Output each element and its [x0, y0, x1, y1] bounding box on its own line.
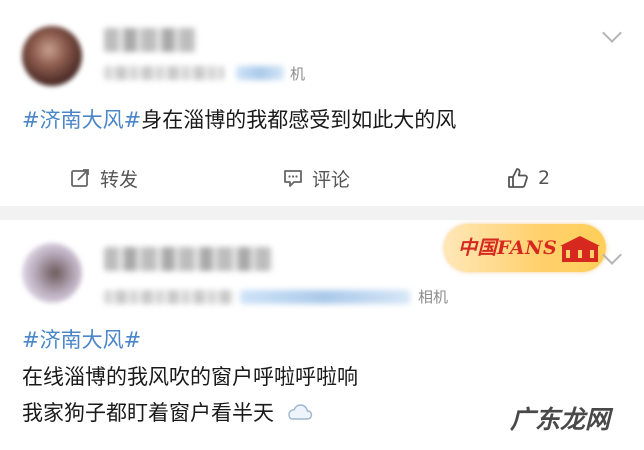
username-blurred[interactable] [104, 28, 196, 52]
repost-label: 转发 [100, 168, 139, 191]
post-source: 机 [290, 65, 306, 83]
post-source-blurred [236, 66, 284, 80]
post-divider [0, 206, 644, 220]
post-text-body: 身在淄博的我都感受到如此大的风 [141, 108, 457, 132]
avatar[interactable] [22, 243, 82, 303]
badge-label: 中国FANS [458, 237, 558, 259]
avatar[interactable] [22, 26, 82, 86]
topic-link[interactable]: #济南大风# [22, 328, 141, 352]
repost-button[interactable]: 转发 [70, 160, 138, 196]
like-button[interactable]: 2 [506, 160, 550, 196]
post-topic: #济南大风# [22, 324, 141, 356]
cloud-icon [287, 404, 312, 420]
post-text-line: 在线淄博的我风吹的窗户呼啦呼啦响 [22, 365, 358, 389]
comment-label: 评论 [312, 168, 351, 191]
edit-icon [71, 169, 89, 187]
like-count: 2 [538, 167, 551, 189]
post-actions: 转发 评论 2 [0, 160, 644, 196]
post-source: 相机 [418, 288, 449, 306]
chevron-down-icon[interactable] [602, 23, 622, 43]
post-meta-blurred [104, 290, 234, 304]
fan-badge[interactable]: 中国FANS [444, 224, 606, 272]
comment-icon [284, 170, 302, 187]
post-card: 机 #济南大风#身在淄博的我都感受到如此大的风 转发 评论 2 [0, 0, 644, 206]
post-text: #济南大风#身在淄博的我都感受到如此大的风 [22, 104, 456, 136]
post-text-line: 我家狗子都盯着窗户看半天 [22, 397, 313, 429]
thumbs-up-icon [508, 168, 528, 188]
post-text-body: 我家狗子都盯着窗户看半天 [22, 401, 274, 425]
watermark: 广东龙网 [510, 405, 611, 434]
username-blurred[interactable] [104, 247, 272, 271]
post-meta-blurred [104, 66, 224, 80]
topic-link[interactable]: #济南大风# [22, 108, 141, 132]
flag-icon [560, 236, 600, 262]
post-source-blurred [240, 290, 410, 304]
comment-button[interactable]: 评论 [282, 160, 350, 196]
